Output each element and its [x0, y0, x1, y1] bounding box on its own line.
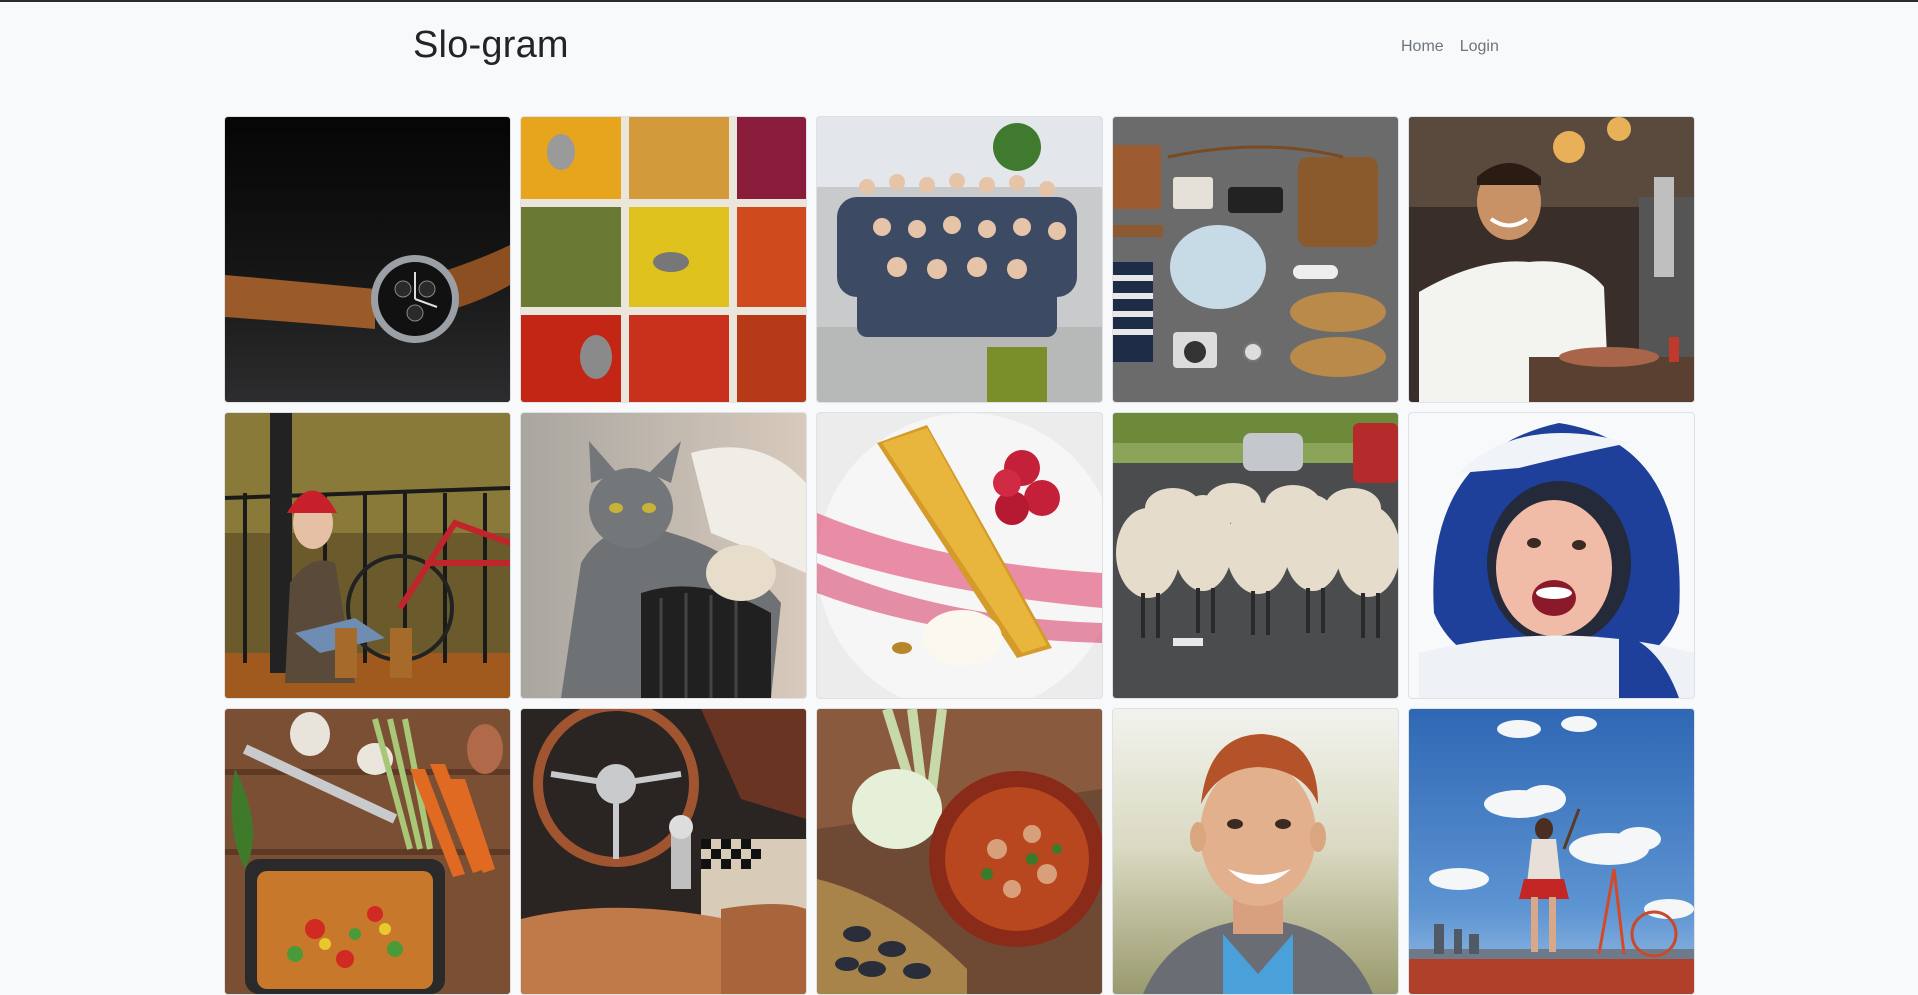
photo-tile-spices[interactable]	[520, 116, 807, 403]
photo-tile-field-child[interactable]	[1408, 708, 1695, 995]
photo-tile-group[interactable]	[816, 116, 1103, 403]
watch-photo	[225, 117, 510, 402]
woman-bicycle-photo	[225, 413, 510, 698]
navbar: Slo-gram Home Login	[0, 2, 1918, 92]
vegetables-photo	[225, 709, 510, 994]
chef-photo	[1409, 117, 1694, 402]
photo-tile-car-interior[interactable]	[520, 708, 807, 995]
sheep-photo	[1113, 413, 1398, 698]
cat-photo	[521, 413, 806, 698]
field-child-photo	[1409, 709, 1694, 994]
photo-tile-vegetables[interactable]	[224, 708, 511, 995]
nav-home-link[interactable]: Home	[1393, 37, 1452, 57]
photo-tile-cat[interactable]	[520, 412, 807, 699]
brand-logo[interactable]: Slo-gram	[413, 24, 569, 67]
snow-child-photo	[1409, 413, 1694, 698]
seafood-stew-photo	[817, 709, 1102, 994]
group-photo	[817, 117, 1102, 402]
smiling-man-photo	[1113, 709, 1398, 994]
nav-login-link[interactable]: Login	[1452, 37, 1507, 57]
photo-tile-flatlay[interactable]	[1112, 116, 1399, 403]
photo-tile-chef[interactable]	[1408, 116, 1695, 403]
tart-photo	[817, 413, 1102, 698]
nav-links: Home Login	[1393, 37, 1507, 57]
spices-photo	[521, 117, 806, 402]
photo-tile-snow-child[interactable]	[1408, 412, 1695, 699]
photo-tile-watch[interactable]	[224, 116, 511, 403]
photo-tile-smiling-man[interactable]	[1112, 708, 1399, 995]
flatlay-photo	[1113, 117, 1398, 402]
photo-tile-tart[interactable]	[816, 412, 1103, 699]
photo-tile-sheep[interactable]	[1112, 412, 1399, 699]
photo-tile-seafood-stew[interactable]	[816, 708, 1103, 995]
car-interior-photo	[521, 709, 806, 994]
photo-tile-woman-bicycle[interactable]	[224, 412, 511, 699]
photo-grid	[224, 116, 1698, 995]
